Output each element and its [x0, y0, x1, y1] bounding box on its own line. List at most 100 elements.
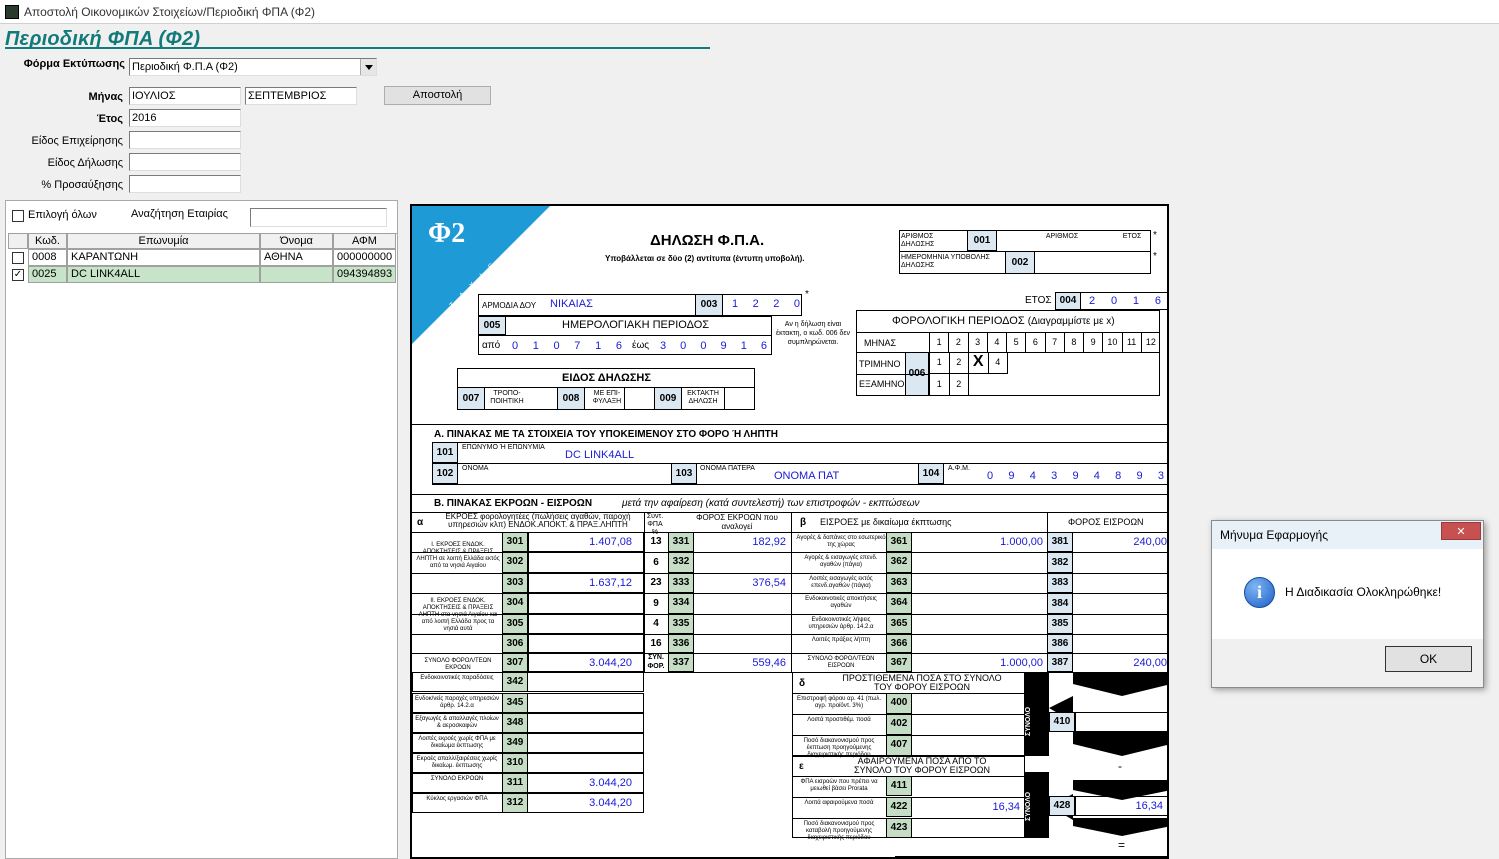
send-button[interactable]: Αποστολή — [384, 86, 491, 105]
row-input-tax-code: 384 — [1047, 593, 1073, 614]
delta-label: δ — [799, 678, 806, 689]
row-value: 1.637,12 — [589, 577, 632, 589]
rule — [644, 512, 645, 672]
code-410: 410 — [1049, 712, 1075, 732]
code-428: 428 — [1049, 796, 1075, 816]
rule — [432, 463, 1167, 464]
vat-form-preview: Φ2 T A X I S ΔΗΛΩΣΗ Φ.Π.Α. Υποβάλλεται σ… — [410, 204, 1169, 859]
table-row[interactable]: 0008 ΚΑΡΑΝΤΩΝΗ ΑΘΗΝΑ 000000000 — [8, 249, 397, 266]
row-checkbox[interactable] — [12, 252, 24, 264]
extra-row-code: 310 — [502, 753, 528, 773]
col-check-header — [8, 233, 28, 249]
year-digits: 2016 — [1089, 295, 1161, 307]
extra-row-label: Κύκλος εργασιών ΦΠΑ — [426, 796, 488, 802]
row-value-box — [528, 634, 644, 653]
month-cell: 4 — [986, 332, 1006, 352]
row-input-label: Λοιπές πράξεις λήπτη — [811, 637, 871, 643]
plus-sign: + — [1116, 682, 1124, 696]
added-row-label: Λοιπά προστιθέμ. ποσά — [807, 717, 871, 723]
row-input-tax: 240,00 — [1133, 536, 1167, 548]
code-007: 007 — [457, 387, 485, 410]
digit: 9 — [1072, 470, 1079, 482]
business-type-input[interactable] — [129, 131, 241, 149]
col-name-header[interactable]: Επωνυμία — [67, 233, 260, 249]
row-afm: 000000000 — [333, 249, 396, 266]
code-005: 005 — [478, 316, 506, 335]
table-row[interactable]: ✓ 0025 DC LINK4ALL 094394893 — [8, 266, 397, 283]
rule — [502, 532, 503, 672]
row-name: ΚΑΡΑΝΤΩΝΗ — [67, 249, 260, 266]
inputs-head: ΕΙΣΡΟΕΣ με δικαίωμα έκπτωσης — [820, 517, 952, 527]
code-001: 001 — [967, 230, 997, 251]
in-tax-head: ΦΟΡΟΣ ΕΙΣΡΟΩΝ — [1068, 517, 1144, 527]
page-header: Περιοδική ΦΠΑ (Φ2) — [5, 28, 710, 50]
added-row-code: 402 — [886, 714, 912, 735]
digit: 6 — [760, 340, 767, 352]
rule — [624, 387, 625, 410]
decl-kind-title: ΕΙΔΟΣ ΔΗΛΩΣΗΣ — [562, 372, 651, 384]
declaration-type-input[interactable] — [129, 153, 241, 171]
tax-period-title: ΦΟΡΟΛΟΓΙΚΗ ΠΕΡΙΟΔΟΣ (Διαγραμμίστε με x) — [892, 315, 1115, 327]
close-icon[interactable]: ✕ — [1441, 522, 1481, 540]
row-checkbox-checked[interactable]: ✓ — [12, 269, 24, 281]
col-code-header[interactable]: Κωδ. — [28, 233, 67, 249]
print-form-select[interactable]: Περιοδική Φ.Π.Α (Φ2) — [129, 58, 377, 76]
digit: 6 — [1154, 295, 1161, 307]
digit: 1 — [595, 340, 602, 352]
year-input[interactable]: 2016 — [129, 109, 241, 127]
row-value-box — [528, 614, 644, 634]
sub-row-value: 16,34 — [992, 801, 1020, 813]
month-label: Μήνας — [88, 91, 123, 103]
row-input-code: 365 — [886, 614, 912, 634]
alpha-label: α — [417, 517, 424, 528]
tax-period-hint: (Διαγραμμίστε με x) — [1027, 316, 1115, 327]
rule — [791, 512, 792, 672]
business-type-label: Είδος Επιχείρησης — [31, 135, 123, 147]
row-name: DC LINK4ALL — [67, 266, 260, 283]
row-input-code: 361 — [886, 532, 912, 552]
month-from-input[interactable]: ΙΟΥΛΙΟΣ — [129, 87, 241, 105]
select-all-label: Επιλογή όλων — [28, 209, 97, 221]
select-all-checkbox[interactable] — [12, 210, 24, 222]
ok-button[interactable]: OK — [1385, 646, 1472, 672]
group1-label: Ι. ΕΚΡΟΕΣ ΕΝΔΟΚ. ΑΠΟΚΤΗΣΕΙΣ & ΠΡΑΞΕΙΣ ΛΗ… — [416, 542, 500, 569]
digit: 3 — [660, 340, 667, 352]
chevron-down-icon[interactable] — [360, 59, 376, 75]
row-value: 1.407,08 — [589, 536, 632, 548]
digit: 0 — [680, 340, 687, 352]
month-to-input[interactable]: ΣΕΠΤΕΜΒΡΙΟΣ — [245, 87, 357, 105]
row-value-box — [528, 593, 644, 614]
afm-digits: 0 9 4 3 9 4 8 9 3 — [987, 470, 1164, 482]
code-002: 002 — [1005, 251, 1035, 274]
digit: 2 — [773, 298, 780, 310]
dialog-titlebar: Μήνυμα Εφαρμογής ✕ — [1212, 521, 1483, 549]
digit: 0 — [793, 298, 800, 310]
total-outputs-label: ΣΥΝΟΛΟ ΦΟΡΟΛ/ΤΕΩΝ ΕΚΡΟΩΝ — [424, 658, 492, 671]
star-mark: * — [1153, 230, 1157, 241]
val-428: 16,34 — [1135, 800, 1163, 812]
row-input-label: Αγορές & δαπάνες στο εσωτερικό της χώρας — [796, 535, 886, 548]
year-label: Έτος — [96, 113, 123, 125]
extraordinary-note: Αν η δήλωση είναι έκτακτη, ο κωδ. 006 δε… — [775, 321, 851, 346]
digit: 9 — [720, 340, 727, 352]
row-tax-code: 334 — [668, 593, 694, 614]
window-titlebar: Αποστολή Οικονομικών Στοιχείων/Περιοδική… — [0, 0, 1499, 24]
col-afm-header[interactable]: ΑΦΜ — [333, 233, 396, 249]
extra-row-label: Εκροές απαλλ/ξαιρέσεις χωρίς δικαίωμ. έκ… — [416, 756, 498, 769]
extra-row-label: Λοιπές εκροές χωρίς ΦΠΑ με δικαίωμα έκπτ… — [418, 736, 496, 749]
row-input-value: 1.000,00 — [1000, 657, 1043, 669]
digit: 2 — [1089, 295, 1096, 307]
doy-code: 1 2 2 0 — [732, 298, 800, 310]
name-label: ΟΝΟΜΑ — [462, 465, 489, 472]
digit: 4 — [1093, 470, 1100, 482]
quarter-label: ΤΡΙΜΗΝΟ — [859, 359, 901, 369]
row-code: 305 — [502, 614, 528, 634]
company-search-input[interactable] — [250, 208, 387, 227]
star-mark: * — [805, 289, 809, 300]
sub-row-code: 423 — [886, 818, 912, 838]
row-input-code: 362 — [886, 552, 912, 573]
row-first — [260, 266, 333, 283]
extra-row-value: 3.044,20 — [589, 777, 632, 789]
surcharge-input[interactable] — [129, 175, 241, 193]
col-first-header[interactable]: Όνομα — [260, 233, 333, 249]
